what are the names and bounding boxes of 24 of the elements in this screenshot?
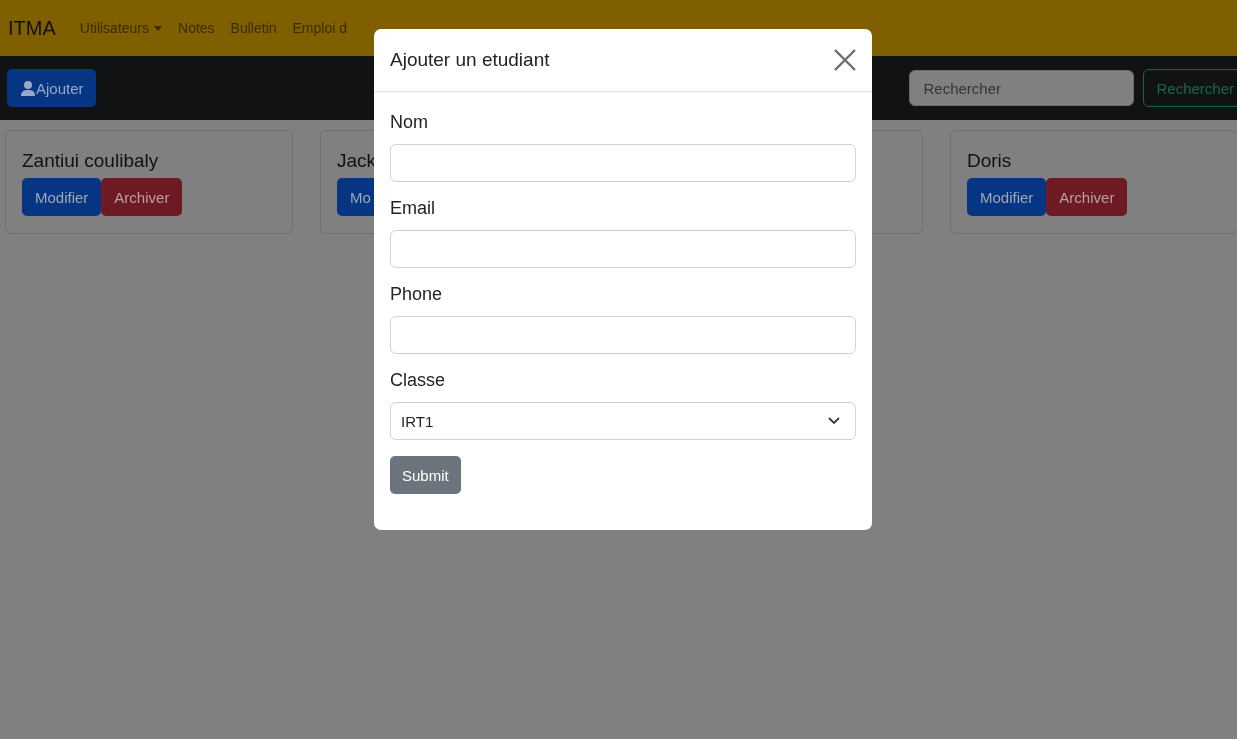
brand-logo[interactable]: ITMA xyxy=(8,16,56,40)
select-field[interactable]: IRT1 xyxy=(390,402,856,440)
input-field[interactable] xyxy=(390,230,856,268)
modal-title: Ajouter un etudiant xyxy=(390,49,550,71)
field-label: Phone xyxy=(390,284,444,305)
user-icon xyxy=(21,80,35,96)
archive-button[interactable]: Archiver xyxy=(101,178,183,216)
chevron-down-icon xyxy=(828,417,840,425)
field-label: Nom xyxy=(390,112,429,133)
input-field[interactable] xyxy=(390,316,856,354)
edit-button[interactable]: Modifier xyxy=(967,178,1047,216)
field-label: Email xyxy=(390,198,436,219)
search-field[interactable]: Rechercher xyxy=(909,70,1135,106)
search-button[interactable]: Rechercher xyxy=(1143,69,1237,107)
submit-button[interactable]: Submit xyxy=(390,456,461,494)
archive-button[interactable]: Archiver xyxy=(1046,178,1128,216)
add-button[interactable]: Ajouter xyxy=(7,69,96,107)
student-name: Jack xyxy=(337,150,378,172)
student-name: Zantiui coulibaly xyxy=(22,150,160,172)
edit-button[interactable]: Modifier xyxy=(22,178,102,216)
close-icon[interactable] xyxy=(834,49,856,71)
student-name: Doris xyxy=(967,150,1013,172)
input-field[interactable] xyxy=(390,144,856,182)
field-label: Classe xyxy=(390,370,447,391)
